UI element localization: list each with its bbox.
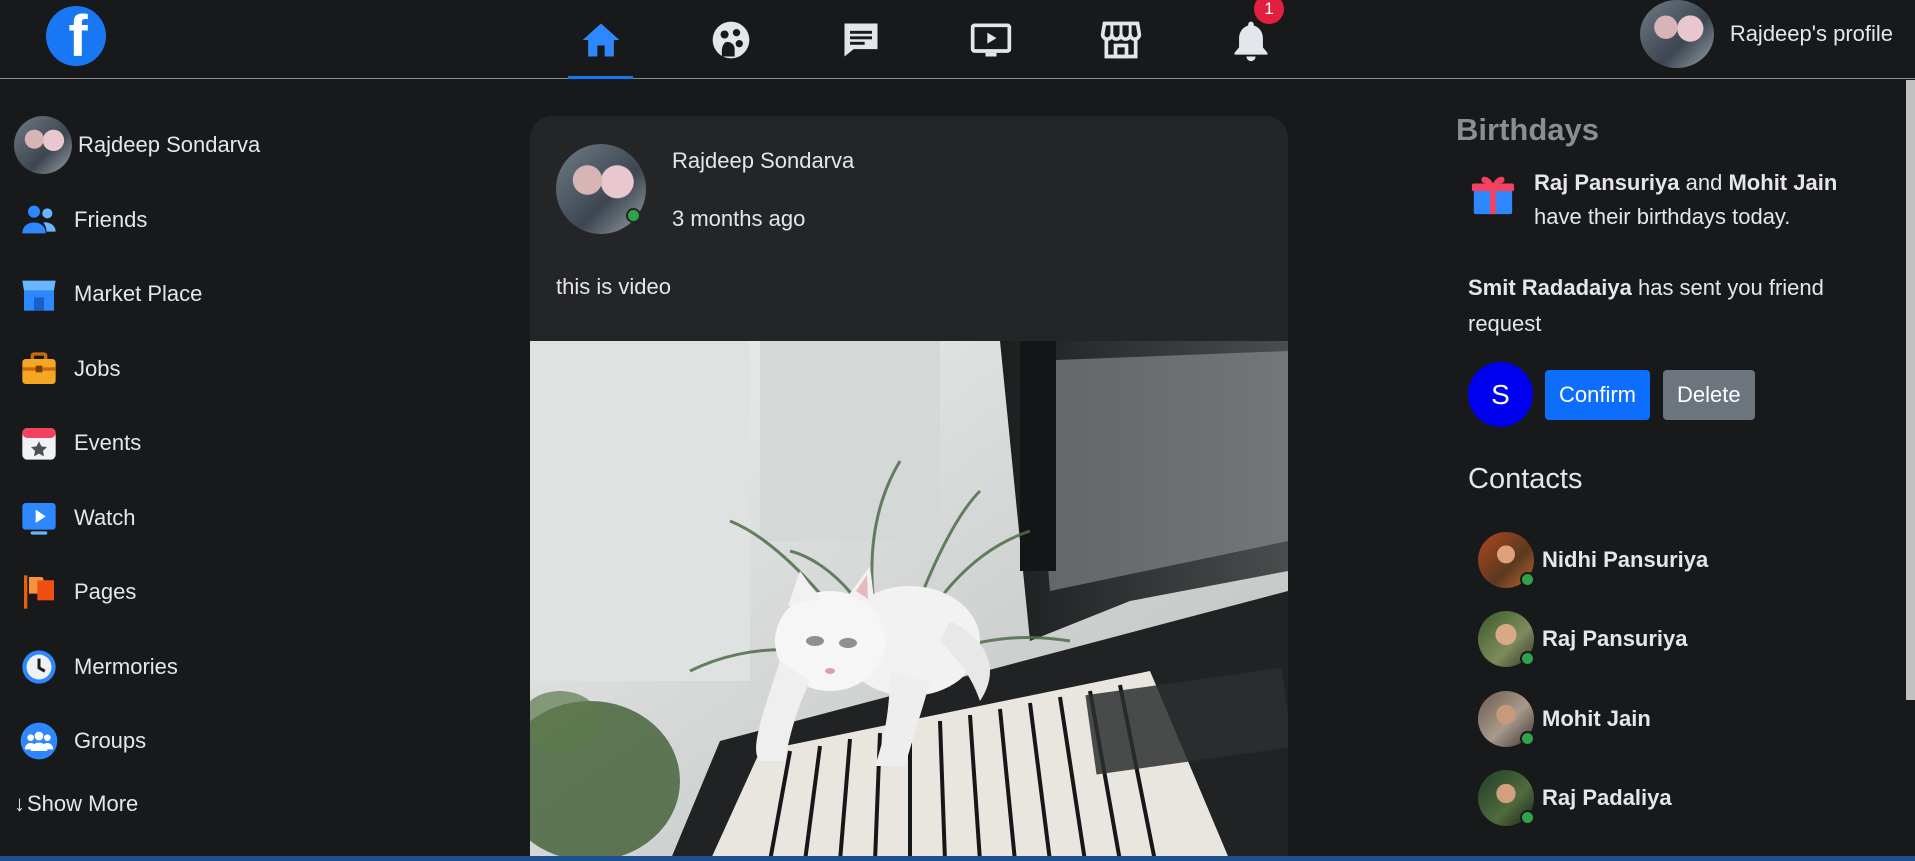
sidebar-item-label: Friends [74,206,148,232]
nav-watch[interactable] [958,0,1023,79]
sidebar-item-watch[interactable]: Watch [14,481,394,556]
birthday-and: and [1685,170,1723,195]
video-icon [970,22,1011,56]
contact-item[interactable]: Raj Pansuriya [1478,600,1896,680]
birthday-message: have their birthdays today. [1534,204,1791,229]
profile-label: Rajdeep's profile [1729,21,1893,46]
groups-icon [18,720,60,762]
online-status-dot [1520,571,1535,587]
bell-icon [1234,21,1267,61]
sidebar-item-label: Market Place [74,281,203,307]
nav-home[interactable] [568,0,633,79]
profile-chip[interactable]: Rajdeep's profile [1639,0,1893,68]
friends-icon [18,199,60,241]
contact-name: Nidhi Pansuriya [1542,546,1709,572]
friend-request-text: Smit Radadaiya has sent you friend reque… [1468,270,1868,342]
post-timestamp: 3 months ago [672,206,806,231]
sidebar-avatar [14,116,72,175]
gift-icon [1471,176,1515,215]
delete-button[interactable]: Delete [1663,369,1755,420]
sidebar-item-jobs[interactable]: Jobs [14,332,394,407]
sidebar-item-label: Watch [74,504,136,530]
sidebar-item-memories[interactable]: Mermories [14,630,394,705]
sidebar-item-profile[interactable]: Rajdeep Sondarva [14,108,394,183]
sidebar-item-events[interactable]: Events [14,406,394,481]
bottom-edge-bar [0,856,1915,861]
contacts-list: Nidhi Pansuriya Raj Pansuriya Mohit Jain… [1456,520,1896,838]
show-more-button[interactable]: ↓ Show More [14,779,394,829]
birthday-notice: Raj Pansuriya and Mohit Jain have their … [1470,166,1896,234]
nav-groups[interactable] [698,0,763,79]
friend-request-avatar[interactable]: S [1468,362,1533,427]
post-text: this is video [556,274,671,299]
birthdays-title: Birthdays [1456,112,1599,147]
top-navbar: f 1 Rajdeep's profile [0,0,1915,79]
home-icon [582,23,619,56]
online-status-dot [1520,651,1535,667]
birthday-person-1[interactable]: Raj Pansuriya [1534,170,1680,195]
contact-item[interactable]: Mohit Jain [1478,679,1896,759]
arrow-down-icon: ↓ [14,790,25,816]
sidebar-item-label: Jobs [74,355,121,381]
left-sidebar: Rajdeep Sondarva Friends Market Place Jo… [14,108,394,829]
friend-request-name[interactable]: Smit Radadaiya [1468,275,1632,300]
contacts-title: Contacts [1468,463,1583,495]
contact-name: Raj Padaliya [1542,785,1672,811]
post-card: Rajdeep Sondarva 3 months ago this is vi… [530,116,1288,861]
online-status-dot [1520,810,1535,826]
nav-marketplace[interactable] [1088,0,1153,79]
post-header: Rajdeep Sondarva 3 months ago [556,144,854,234]
video-frame-image [530,341,1288,861]
birthday-person-2[interactable]: Mohit Jain [1728,170,1837,195]
pages-icon [18,571,60,613]
post-author-name[interactable]: Rajdeep Sondarva [672,148,854,174]
sidebar-item-groups[interactable]: Groups [14,704,394,779]
friend-request-actions: S Confirm Delete [1468,362,1896,427]
contact-item[interactable]: Nidhi Pansuriya [1478,520,1896,600]
memories-icon [18,646,60,688]
sidebar-item-label: Groups [74,728,147,754]
nav-messages[interactable] [828,0,893,79]
right-column: Birthdays Raj Pansuriya and Mohit Jain h… [1456,112,1896,838]
profile-avatar [1639,0,1714,68]
events-icon [18,422,60,464]
sidebar-item-marketplace[interactable]: Market Place [14,257,394,332]
online-status-dot [1520,730,1535,746]
sidebar-user-name: Rajdeep Sondarva [78,132,261,158]
sidebar-item-label: Pages [74,579,137,605]
sidebar-item-label: Mermories [74,653,178,679]
contact-item[interactable]: Raj Padaliya [1478,759,1896,839]
page-scrollbar[interactable] [1906,80,1915,700]
sidebar-item-friends[interactable]: Friends [14,183,394,258]
sidebar-item-label: Events [74,430,142,456]
store-icon [1100,21,1141,58]
nav-icons: 1 [568,0,1348,79]
sidebar-item-pages[interactable]: Pages [14,555,394,630]
contact-name: Raj Pansuriya [1542,626,1688,652]
jobs-icon [18,348,60,390]
groups-icon [712,21,749,58]
message-icon [844,23,877,56]
notification-badge: 1 [1254,0,1284,24]
post-video[interactable] [530,341,1288,861]
confirm-button[interactable]: Confirm [1545,369,1651,420]
online-status-dot [626,208,641,223]
watch-icon [18,497,60,539]
contact-name: Mohit Jain [1542,705,1651,731]
show-more-label: Show More [27,790,139,816]
facebook-logo[interactable]: f [46,6,106,66]
marketplace-icon [18,273,60,315]
nav-notifications[interactable]: 1 [1218,0,1284,79]
